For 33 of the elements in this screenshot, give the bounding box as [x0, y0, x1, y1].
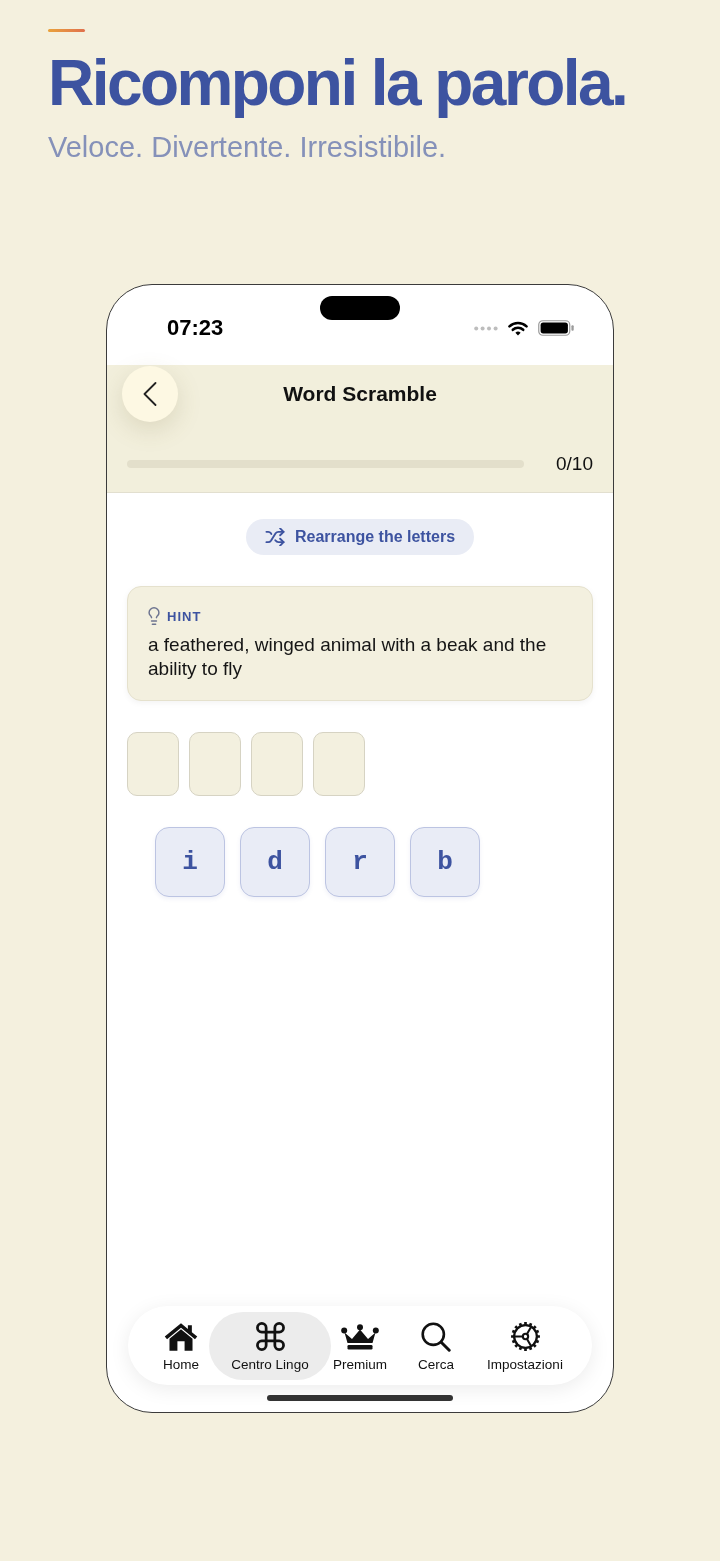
- lightbulb-icon: [148, 607, 160, 625]
- tagline: Veloce. Divertente. Irresistibile.: [48, 133, 447, 162]
- letter-tile[interactable]: d: [240, 827, 310, 897]
- search-icon: [421, 1321, 451, 1352]
- rearrange-button[interactable]: Rearrange the letters: [245, 519, 475, 555]
- tab-item[interactable]: Home: [153, 1311, 209, 1380]
- command-icon: [255, 1322, 285, 1351]
- letter-tile[interactable]: r: [325, 827, 395, 897]
- answer-slot[interactable]: [127, 732, 179, 796]
- answer-slot[interactable]: [251, 732, 303, 796]
- letter-tile[interactable]: b: [410, 827, 480, 897]
- crown-icon: [341, 1323, 379, 1350]
- status-time: 07:23: [167, 317, 224, 339]
- letter-tile[interactable]: i: [155, 827, 225, 897]
- progress-count: 0/10: [556, 452, 593, 476]
- accent-line: [48, 29, 85, 32]
- tab-item[interactable]: Premium: [331, 1311, 389, 1380]
- answer-slot[interactable]: [313, 732, 365, 796]
- settings-icon: [508, 1320, 542, 1353]
- back-button[interactable]: [122, 366, 178, 422]
- screen-title: Word Scramble: [283, 381, 437, 408]
- battery-icon: [538, 320, 574, 336]
- home-icon: [164, 1321, 198, 1352]
- signal-icon: [474, 325, 498, 331]
- wifi-icon: [508, 320, 528, 336]
- hint-label: HINT: [167, 609, 202, 623]
- shuffle-icon: [264, 528, 285, 546]
- tab-item[interactable]: Centro Lingo: [209, 1311, 331, 1380]
- back-icon: [143, 382, 157, 406]
- tab-item[interactable]: Impostazioni: [483, 1311, 567, 1380]
- hint-text: a feathered, winged animal with a beak and the ability to fly: [148, 633, 548, 681]
- tab-item[interactable]: Cerca: [389, 1311, 483, 1380]
- answer-slot[interactable]: [189, 732, 241, 796]
